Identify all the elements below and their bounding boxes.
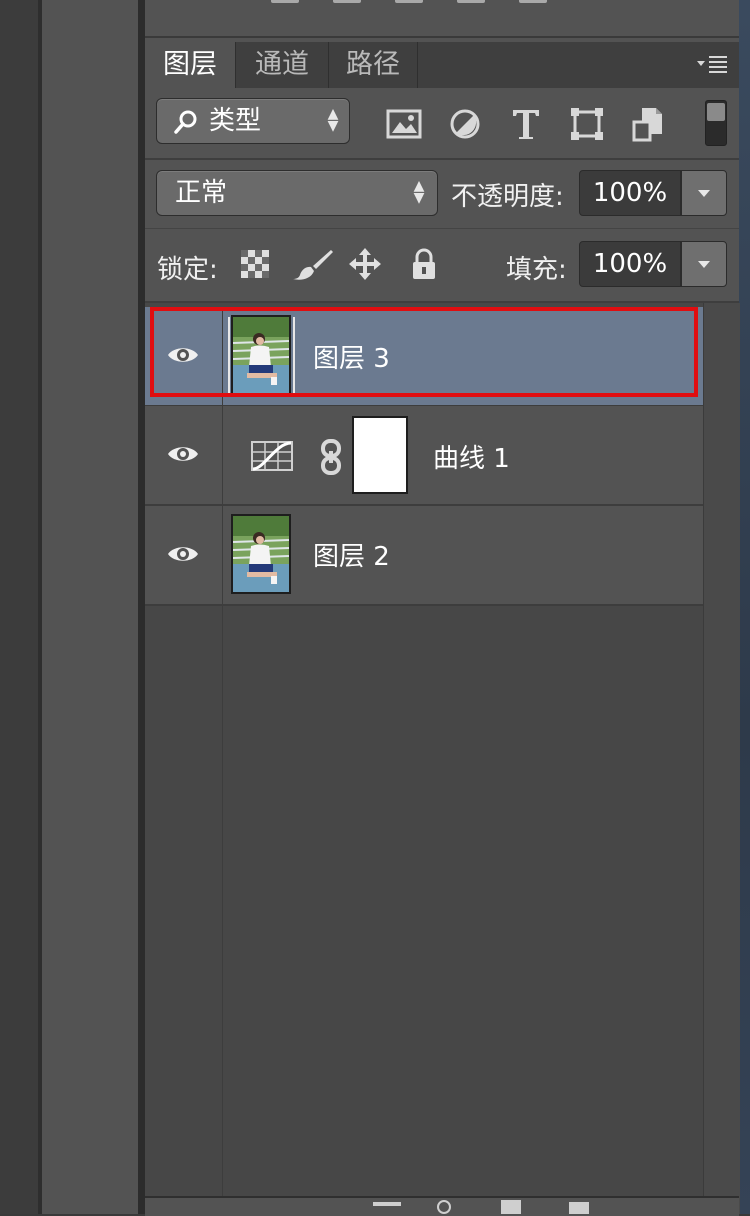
lock-position-move-icon[interactable] [348, 247, 382, 281]
panel-button[interactable] [457, 0, 485, 3]
toolbar-icon[interactable] [501, 1200, 521, 1214]
layers-panel: 图层 通道 路径 类型 ▲ ▼ 正常 ▲ ▼ 不透明度: 100% 锁定: 填充… [145, 0, 740, 1216]
blend-row: 正常 ▲ ▼ 不透明度: 100% [145, 160, 739, 229]
panel-button[interactable] [395, 0, 423, 3]
fill-input[interactable]: 100% [579, 241, 681, 287]
chain-link-icon[interactable] [319, 439, 343, 475]
tab-paths[interactable]: 路径 [329, 42, 418, 88]
filter-row: 类型 ▲ ▼ [145, 88, 739, 160]
panel-button[interactable] [333, 0, 361, 3]
search-icon [173, 109, 199, 135]
left-dock-strip [0, 0, 38, 1214]
updown-arrows-icon: ▲ ▼ [327, 106, 339, 134]
visibility-cell[interactable] [145, 406, 223, 504]
eye-icon[interactable] [166, 542, 200, 566]
desktop-background [739, 0, 750, 1214]
panel-button[interactable] [519, 0, 547, 3]
updown-arrows-icon: ▲ ▼ [413, 178, 425, 206]
layer-row[interactable]: 曲线 1 [145, 406, 703, 506]
lock-transparency-icon[interactable] [238, 247, 272, 281]
upper-panel-strip [145, 0, 739, 38]
tool-dock [42, 0, 138, 1214]
panel-menu-icon[interactable] [695, 52, 731, 76]
toggle-knob [707, 103, 725, 121]
panel-button[interactable] [271, 0, 299, 3]
panel-tabs: 图层 通道 路径 [145, 42, 739, 89]
layers-list: 图层 3 曲线 1 图层 2 [145, 303, 703, 1214]
filter-toggle[interactable] [705, 100, 727, 146]
dock-divider [138, 0, 145, 1214]
opacity-input[interactable]: 100% [579, 170, 681, 216]
layer-name[interactable]: 图层 2 [313, 542, 390, 572]
lock-label: 锁定: [157, 255, 218, 285]
eye-icon[interactable] [166, 442, 200, 466]
panel-bottom-toolbar [145, 1196, 739, 1216]
fill-dropdown-button[interactable] [681, 241, 727, 287]
lock-all-padlock-icon[interactable] [407, 247, 441, 281]
blend-mode-select[interactable]: 正常 ▲ ▼ [156, 170, 438, 216]
shape-layer-filter-icon[interactable] [567, 104, 607, 144]
toolbar-icon[interactable] [373, 1202, 401, 1206]
adjustment-layer-filter-icon[interactable] [445, 104, 485, 144]
layers-scrollbar[interactable] [703, 303, 740, 1214]
type-layer-filter-icon[interactable] [506, 104, 546, 144]
layer-thumbnail[interactable] [231, 514, 291, 594]
opacity-dropdown-button[interactable] [681, 170, 727, 216]
curves-adjustment-icon [250, 440, 294, 472]
layer-name[interactable]: 曲线 1 [433, 444, 510, 474]
layer-row[interactable]: 图层 2 [145, 506, 703, 606]
tab-layers[interactable]: 图层 [145, 42, 236, 89]
layer-mask-thumbnail[interactable] [352, 416, 408, 494]
opacity-label: 不透明度: [451, 182, 564, 212]
fill-label: 填充: [506, 255, 567, 285]
filter-type-label: 类型 [209, 106, 262, 136]
visibility-cell[interactable] [145, 506, 223, 604]
selection-highlight-box [150, 307, 698, 397]
filter-type-select[interactable]: 类型 ▲ ▼ [156, 98, 350, 144]
smart-object-filter-icon[interactable] [628, 104, 668, 144]
blend-mode-label: 正常 [175, 178, 228, 208]
lock-row: 锁定: 填充: 100% [145, 229, 739, 303]
toolbar-icon[interactable] [437, 1200, 451, 1214]
tab-channels[interactable]: 通道 [236, 42, 329, 88]
column-divider [222, 606, 223, 1214]
pixel-layer-filter-icon[interactable] [384, 104, 424, 144]
toolbar-icon[interactable] [569, 1202, 589, 1214]
lock-paint-brush-icon[interactable] [291, 247, 335, 281]
